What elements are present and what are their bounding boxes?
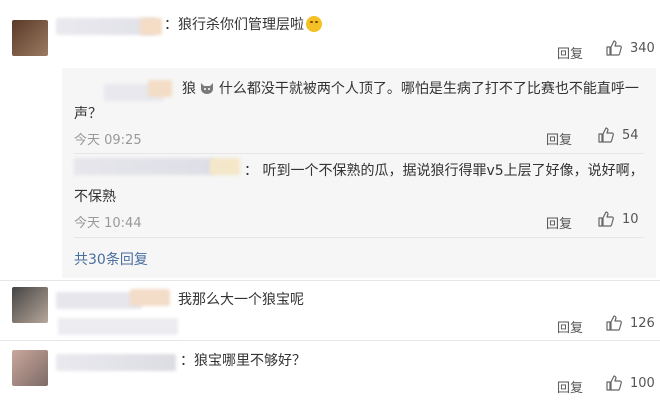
reply-button[interactable]: 回复 xyxy=(557,43,583,62)
grinning-emoji-icon xyxy=(306,16,322,32)
reply-button[interactable]: 回复 xyxy=(557,377,583,396)
reply-button[interactable]: 回复 xyxy=(546,213,572,232)
comment-text: ：狼宝哪里不够好？ xyxy=(180,353,306,369)
thumbs-up-icon xyxy=(598,127,614,143)
reply-text: ： 听到一个不保熟的瓜，据说狼行得罪v5上层了好像，说好啊， xyxy=(244,163,644,179)
username-blurred[interactable] xyxy=(56,354,176,371)
reply-text-continued: 不保熟 xyxy=(74,189,116,205)
divider xyxy=(74,153,644,154)
avatar[interactable] xyxy=(12,20,48,56)
username-blurred[interactable] xyxy=(140,18,162,35)
username-blurred[interactable] xyxy=(74,158,214,175)
reply-button[interactable]: 回复 xyxy=(557,317,583,336)
username-blurred[interactable] xyxy=(210,158,240,175)
timestamp: 今天 10:44 xyxy=(74,216,142,231)
like-button[interactable]: 340 xyxy=(606,40,655,56)
reply-button[interactable]: 回复 xyxy=(546,129,572,148)
more-replies-link[interactable]: 共30条回复 xyxy=(74,249,148,269)
divider xyxy=(0,340,660,341)
comment-text: 我那么大一个狼宝呢 xyxy=(178,292,304,308)
thumbs-up-icon xyxy=(606,315,622,331)
reply-text: 狼 什么都没干就被两个人顶了。哪怕是生病了打不了比赛也不能直呼一 xyxy=(182,81,639,97)
thumbs-up-icon xyxy=(598,211,614,227)
like-button[interactable]: 100 xyxy=(606,375,655,391)
comment-text: ：狼行杀你们管理层啦 xyxy=(164,15,322,35)
avatar[interactable] xyxy=(12,350,48,386)
avatar[interactable] xyxy=(12,287,48,323)
wolf-emoji-icon xyxy=(201,83,214,94)
divider xyxy=(0,280,660,281)
timestamp: 今天 09:25 xyxy=(74,133,142,148)
like-button[interactable]: 54 xyxy=(598,127,639,143)
thumbs-up-icon xyxy=(606,375,622,391)
thumbs-up-icon xyxy=(606,40,622,56)
like-button[interactable]: 10 xyxy=(598,211,639,227)
username-blurred[interactable] xyxy=(58,318,178,335)
username-blurred[interactable] xyxy=(130,289,170,306)
username-blurred[interactable] xyxy=(148,80,172,97)
like-button[interactable]: 126 xyxy=(606,315,655,331)
divider xyxy=(74,237,644,238)
reply-text-continued: 声？ xyxy=(74,106,102,122)
